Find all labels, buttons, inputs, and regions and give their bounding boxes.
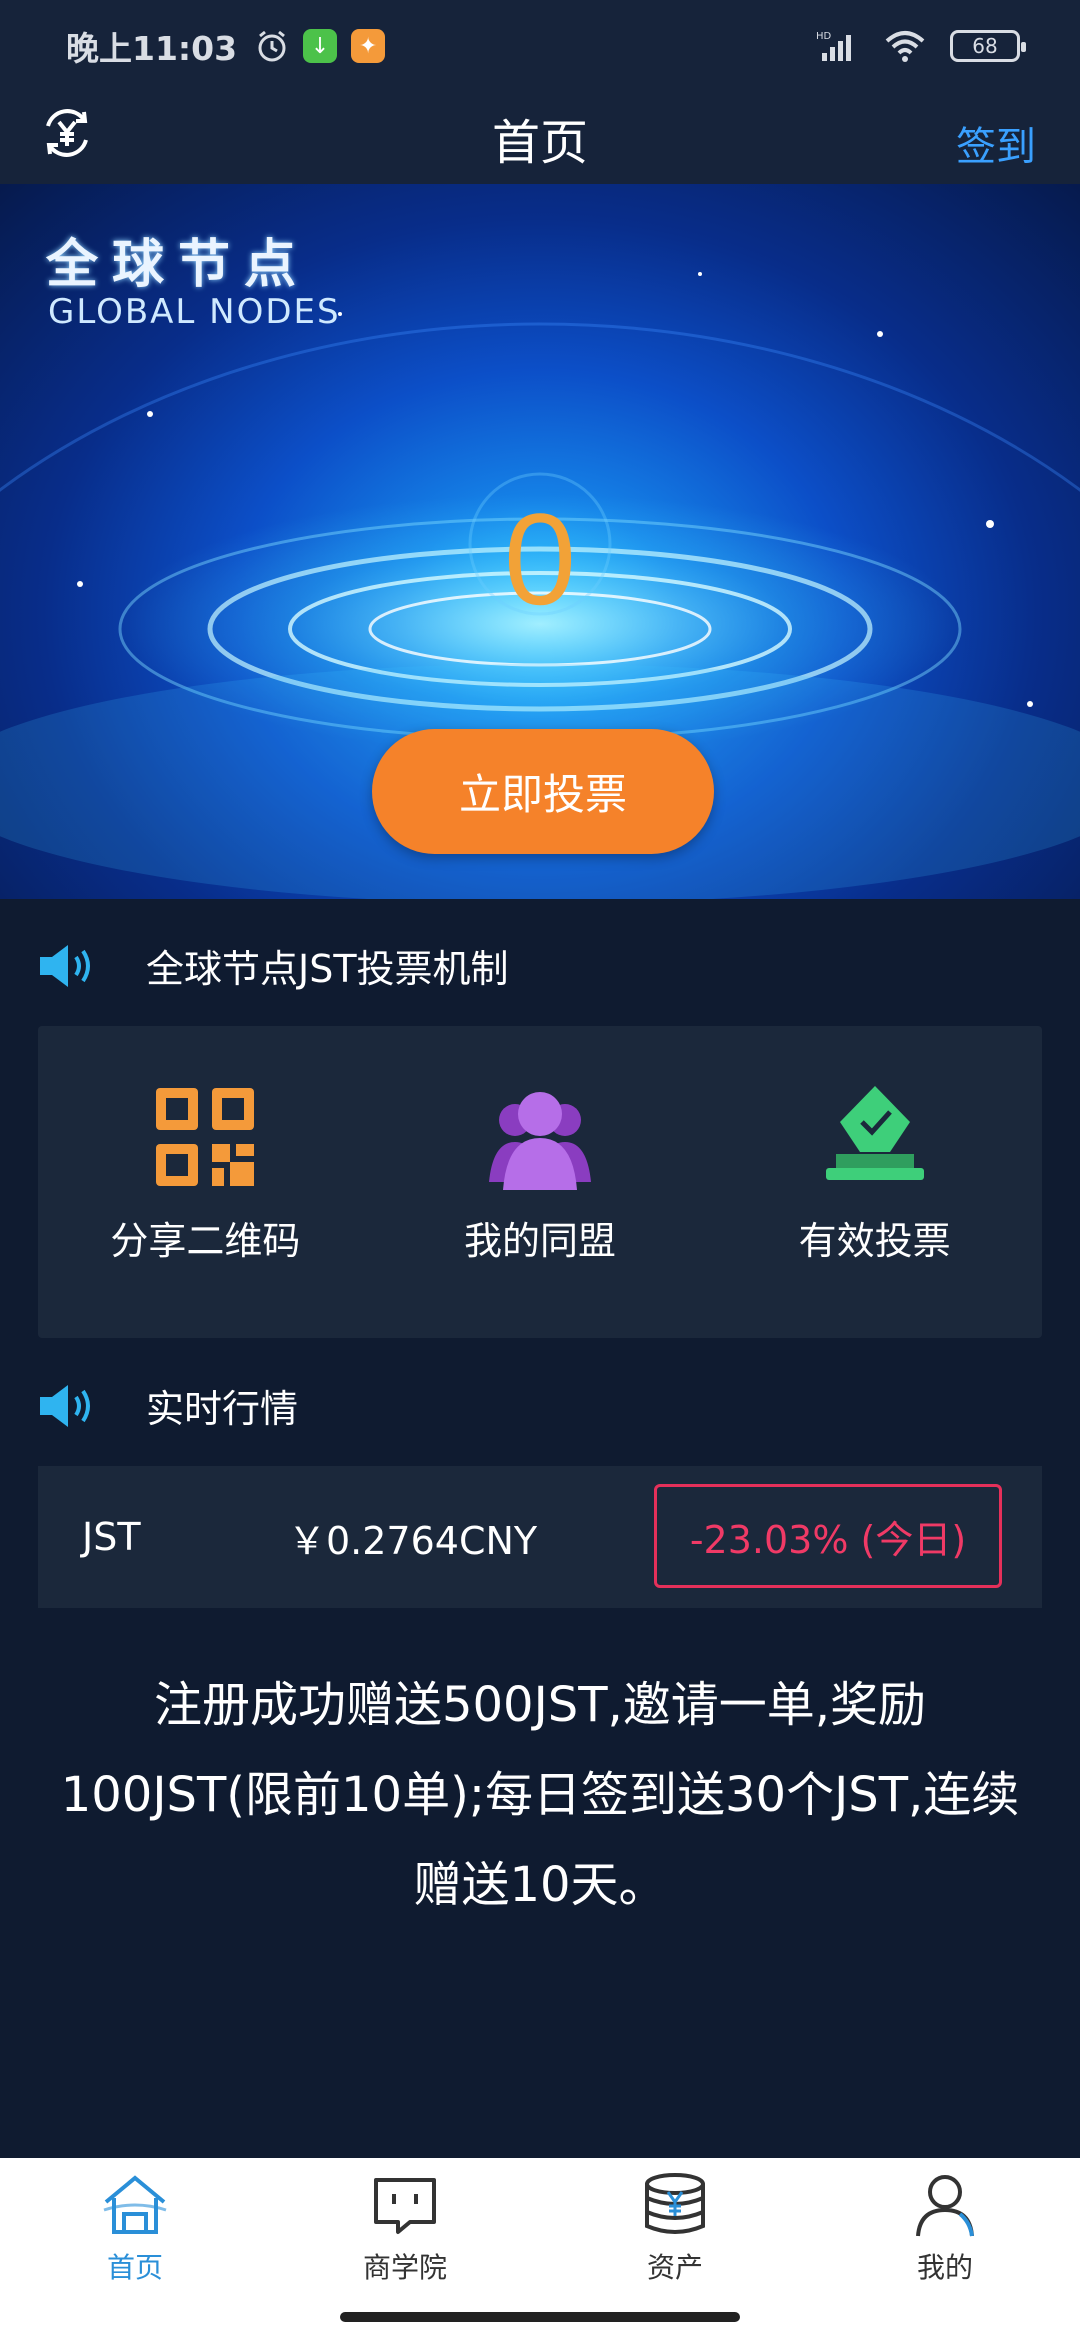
tab-label: 资产 [646,2251,703,2284]
svg-text:HD: HD [816,31,832,42]
promo-text: 注册成功赠送500JST,邀请一单,奖励100JST(限前10单);每日签到送3… [60,1677,1020,1913]
feature-label: 有效投票 [798,1219,951,1263]
global-nodes-banner: 全球节点 GLOBAL NODES 0 立即投票 [0,184,1080,899]
feature-label: 我的同盟 [464,1219,617,1263]
tab-label: 首页 [106,2251,163,2284]
feature-label: 分享二维码 [110,1219,301,1263]
app-root: 晚上11:03 ↓ ✦ HD 68 首页 签到 全球节点 GLOBAL NODE… [0,0,1080,2340]
speaker-icon [40,1384,90,1427]
checkin-button[interactable]: 签到 [956,114,1036,172]
wifi-icon [885,31,925,62]
mechanism-title: 全球节点JST投票机制 [146,947,509,991]
coin-price: ￥0.2764CNY [288,1518,538,1563]
banner-logo-english: GLOBAL NODES [48,292,341,332]
qr-code-icon [156,1088,255,1186]
coins-icon [645,2173,705,2234]
profile-icon [916,2175,974,2237]
download-icon: ↓ [303,29,338,63]
speaker-icon [40,944,90,987]
tab-home[interactable]: 首页 [0,2158,270,2340]
group-icon [489,1092,591,1190]
feature-panel: 分享二维码 我的同盟 有效投票 [38,1026,1042,1338]
chat-icon [374,2178,436,2234]
mechanism-section-heading: 全球节点JST投票机制 [38,938,509,993]
status-time: 晚上11:03 [66,29,238,68]
tab-mine[interactable]: 我的 [810,2158,1080,2340]
home-icon [103,2175,167,2234]
alarm-icon [258,30,286,62]
price-change-badge: -23.03% (今日) [654,1484,1002,1588]
market-section-heading: 实时行情 [38,1378,298,1433]
market-price-row[interactable]: JST ￥0.2764CNY -23.03% (今日) [38,1466,1042,1608]
battery-level: 68 [972,34,998,58]
currency-exchange-icon[interactable] [38,104,96,162]
tab-label: 我的 [916,2251,973,2284]
coin-symbol: JST [82,1515,141,1559]
feature-valid-votes[interactable]: 有效投票 [707,1026,1042,1338]
feature-my-alliance[interactable]: 我的同盟 [373,1026,708,1338]
app-header: 首页 签到 [0,92,1080,184]
home-indicator[interactable] [340,2312,740,2322]
market-title: 实时行情 [146,1387,299,1431]
ballot-icon [825,1086,924,1180]
vote-now-button[interactable]: 立即投票 [372,729,714,854]
status-bar: 晚上11:03 ↓ ✦ HD 68 [0,0,1080,92]
vote-count: 0 [503,486,577,632]
banner-logo-chinese: 全球节点 [46,235,311,295]
hd-signal-icon: HD [816,31,851,61]
running-app-icon: ✦ [351,29,386,63]
status-system-icons: HD 68 [816,29,1026,63]
feature-share-qr[interactable]: 分享二维码 [38,1026,373,1338]
page-title: 首页 [491,115,588,171]
status-notification-icons: ↓ ✦ [255,29,386,63]
battery-icon: 68 [950,30,1026,62]
tab-label: 商学院 [362,2251,447,2284]
